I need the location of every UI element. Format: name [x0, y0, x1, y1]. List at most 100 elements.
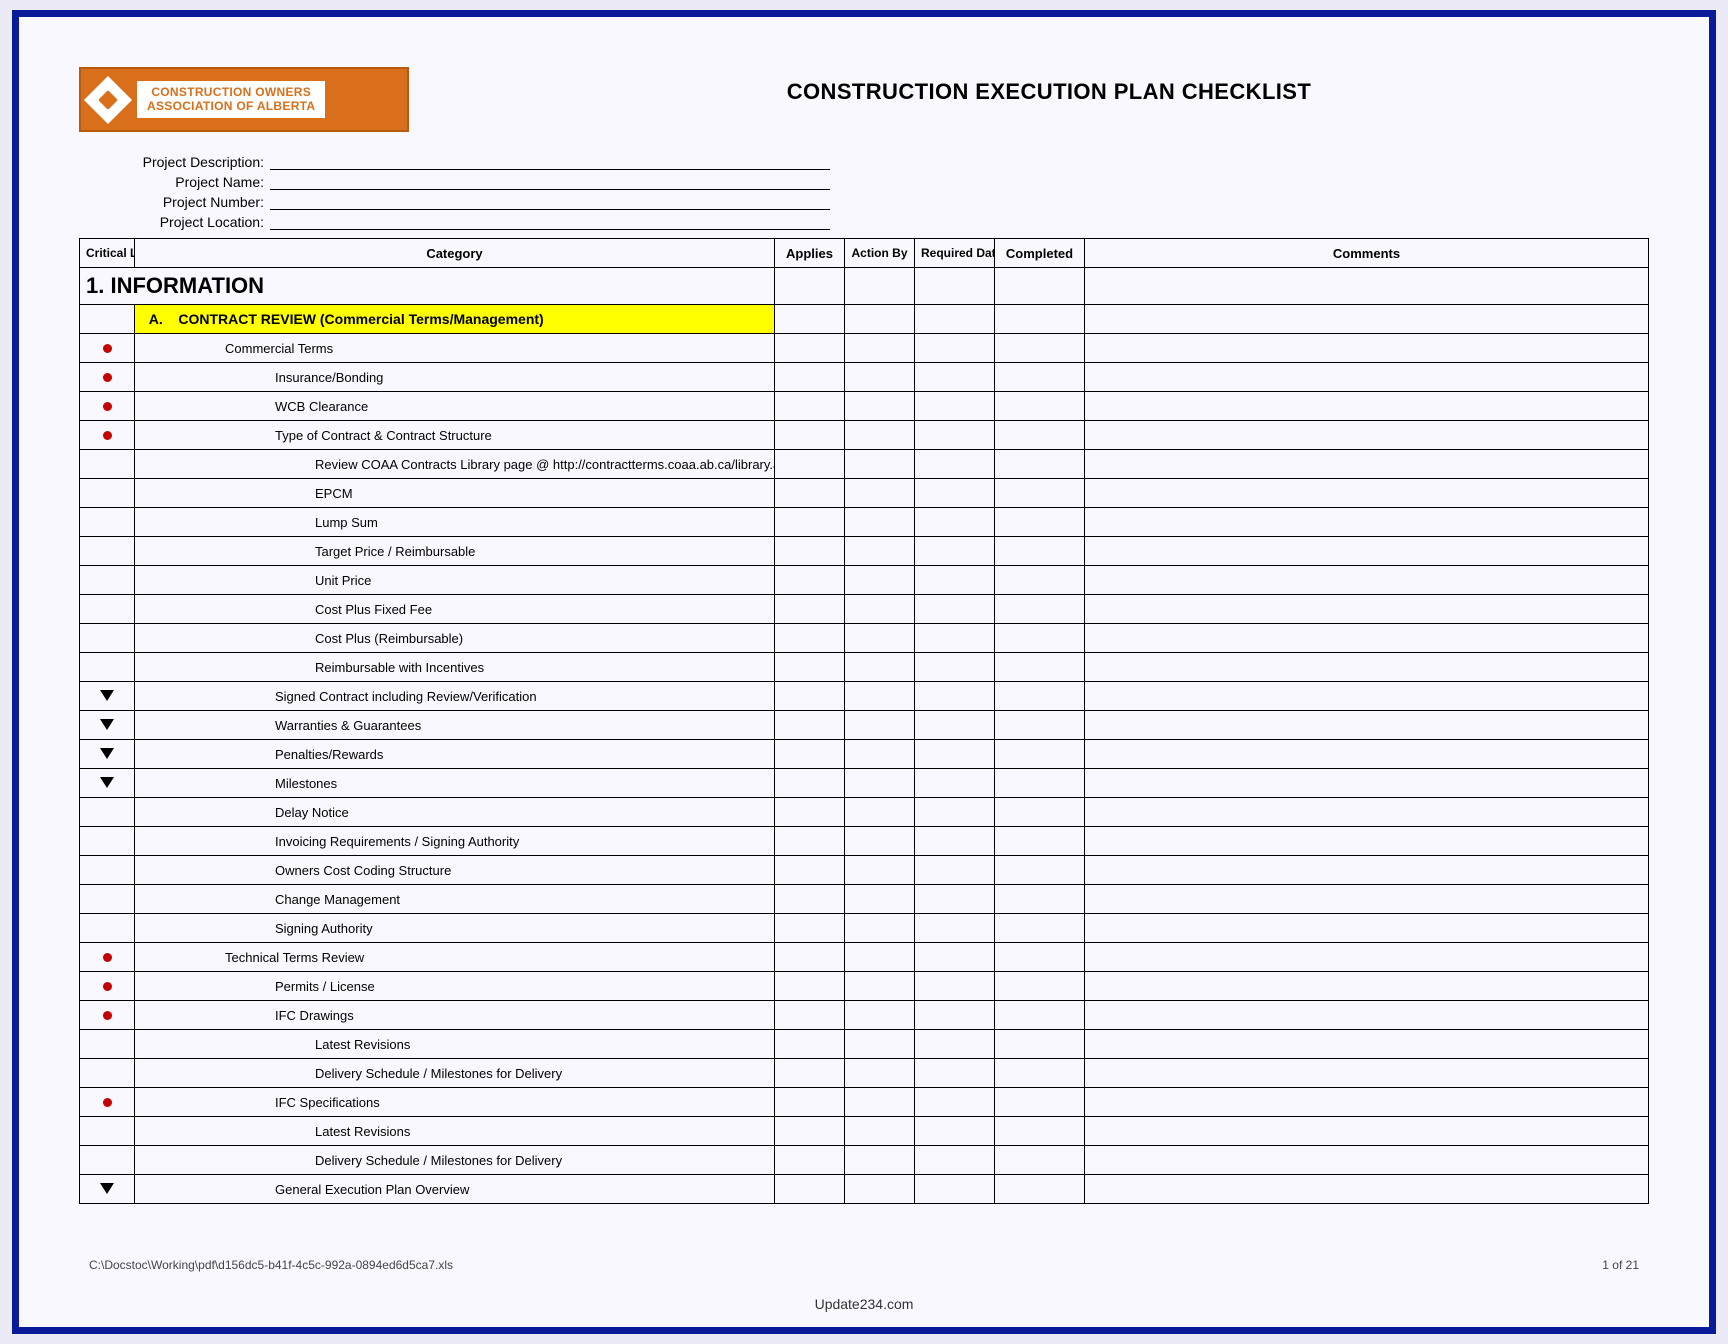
empty-cell[interactable] — [845, 595, 915, 624]
empty-cell[interactable] — [915, 624, 995, 653]
empty-cell[interactable] — [845, 798, 915, 827]
empty-cell[interactable] — [1085, 334, 1649, 363]
empty-cell[interactable] — [775, 595, 845, 624]
empty-cell[interactable] — [915, 1088, 995, 1117]
empty-cell[interactable] — [915, 711, 995, 740]
empty-cell[interactable] — [995, 1088, 1085, 1117]
empty-cell[interactable] — [845, 450, 915, 479]
empty-cell[interactable] — [995, 421, 1085, 450]
empty-cell[interactable] — [915, 595, 995, 624]
empty-cell[interactable] — [775, 363, 845, 392]
empty-cell[interactable] — [775, 566, 845, 595]
empty-cell[interactable] — [995, 1175, 1085, 1204]
empty-cell[interactable] — [915, 1117, 995, 1146]
empty-cell[interactable] — [775, 914, 845, 943]
empty-cell[interactable] — [845, 1175, 915, 1204]
empty-cell[interactable] — [1085, 885, 1649, 914]
empty-cell[interactable] — [775, 943, 845, 972]
empty-cell[interactable] — [915, 392, 995, 421]
empty-cell[interactable] — [845, 740, 915, 769]
empty-cell[interactable] — [1085, 479, 1649, 508]
empty-cell[interactable] — [845, 653, 915, 682]
empty-cell[interactable] — [1085, 740, 1649, 769]
empty-cell[interactable] — [845, 1146, 915, 1175]
empty-cell[interactable] — [845, 1117, 915, 1146]
empty-cell[interactable] — [995, 363, 1085, 392]
empty-cell[interactable] — [775, 537, 845, 566]
empty-cell[interactable] — [915, 1030, 995, 1059]
empty-cell[interactable] — [1085, 1088, 1649, 1117]
empty-cell[interactable] — [1085, 508, 1649, 537]
empty-cell[interactable] — [1085, 856, 1649, 885]
empty-cell[interactable] — [995, 943, 1085, 972]
empty-cell[interactable] — [915, 1059, 995, 1088]
empty-cell[interactable] — [995, 914, 1085, 943]
empty-cell[interactable] — [995, 1146, 1085, 1175]
empty-cell[interactable] — [915, 1175, 995, 1204]
empty-cell[interactable] — [995, 392, 1085, 421]
empty-cell[interactable] — [845, 1088, 915, 1117]
empty-cell[interactable] — [845, 508, 915, 537]
empty-cell[interactable] — [995, 479, 1085, 508]
empty-cell[interactable] — [915, 537, 995, 566]
empty-cell[interactable] — [845, 914, 915, 943]
empty-cell[interactable] — [915, 740, 995, 769]
empty-cell[interactable] — [995, 334, 1085, 363]
empty-cell[interactable] — [915, 334, 995, 363]
empty-cell[interactable] — [1085, 450, 1649, 479]
empty-cell[interactable] — [1085, 1030, 1649, 1059]
empty-cell[interactable] — [775, 392, 845, 421]
empty-cell[interactable] — [915, 1146, 995, 1175]
empty-cell[interactable] — [775, 972, 845, 1001]
empty-cell[interactable] — [775, 508, 845, 537]
empty-cell[interactable] — [915, 682, 995, 711]
empty-cell[interactable] — [915, 653, 995, 682]
empty-cell[interactable] — [915, 769, 995, 798]
empty-cell[interactable] — [915, 943, 995, 972]
empty-cell[interactable] — [845, 334, 915, 363]
field-project-number[interactable] — [270, 189, 830, 210]
empty-cell[interactable] — [1085, 421, 1649, 450]
empty-cell[interactable] — [915, 566, 995, 595]
empty-cell[interactable] — [1085, 769, 1649, 798]
field-project-name[interactable] — [270, 169, 830, 190]
empty-cell[interactable] — [1085, 1001, 1649, 1030]
empty-cell[interactable] — [845, 624, 915, 653]
empty-cell[interactable] — [915, 479, 995, 508]
empty-cell[interactable] — [845, 769, 915, 798]
empty-cell[interactable] — [845, 711, 915, 740]
empty-cell[interactable] — [915, 363, 995, 392]
empty-cell[interactable] — [775, 1088, 845, 1117]
empty-cell[interactable] — [1085, 392, 1649, 421]
empty-cell[interactable] — [775, 769, 845, 798]
empty-cell[interactable] — [995, 1030, 1085, 1059]
empty-cell[interactable] — [775, 624, 845, 653]
empty-cell[interactable] — [775, 450, 845, 479]
empty-cell[interactable] — [1085, 827, 1649, 856]
empty-cell[interactable] — [775, 1175, 845, 1204]
empty-cell[interactable] — [995, 682, 1085, 711]
empty-cell[interactable] — [775, 1030, 845, 1059]
empty-cell[interactable] — [1085, 1146, 1649, 1175]
empty-cell[interactable] — [1085, 363, 1649, 392]
empty-cell[interactable] — [775, 1059, 845, 1088]
empty-cell[interactable] — [845, 392, 915, 421]
empty-cell[interactable] — [915, 914, 995, 943]
empty-cell[interactable] — [775, 798, 845, 827]
empty-cell[interactable] — [1085, 798, 1649, 827]
empty-cell[interactable] — [1085, 1059, 1649, 1088]
field-project-location[interactable] — [270, 209, 830, 230]
empty-cell[interactable] — [995, 769, 1085, 798]
empty-cell[interactable] — [995, 537, 1085, 566]
empty-cell[interactable] — [995, 653, 1085, 682]
empty-cell[interactable] — [995, 856, 1085, 885]
empty-cell[interactable] — [775, 1146, 845, 1175]
empty-cell[interactable] — [915, 421, 995, 450]
empty-cell[interactable] — [845, 1030, 915, 1059]
empty-cell[interactable] — [1085, 1117, 1649, 1146]
empty-cell[interactable] — [845, 1001, 915, 1030]
empty-cell[interactable] — [915, 856, 995, 885]
empty-cell[interactable] — [845, 1059, 915, 1088]
empty-cell[interactable] — [915, 885, 995, 914]
empty-cell[interactable] — [995, 624, 1085, 653]
